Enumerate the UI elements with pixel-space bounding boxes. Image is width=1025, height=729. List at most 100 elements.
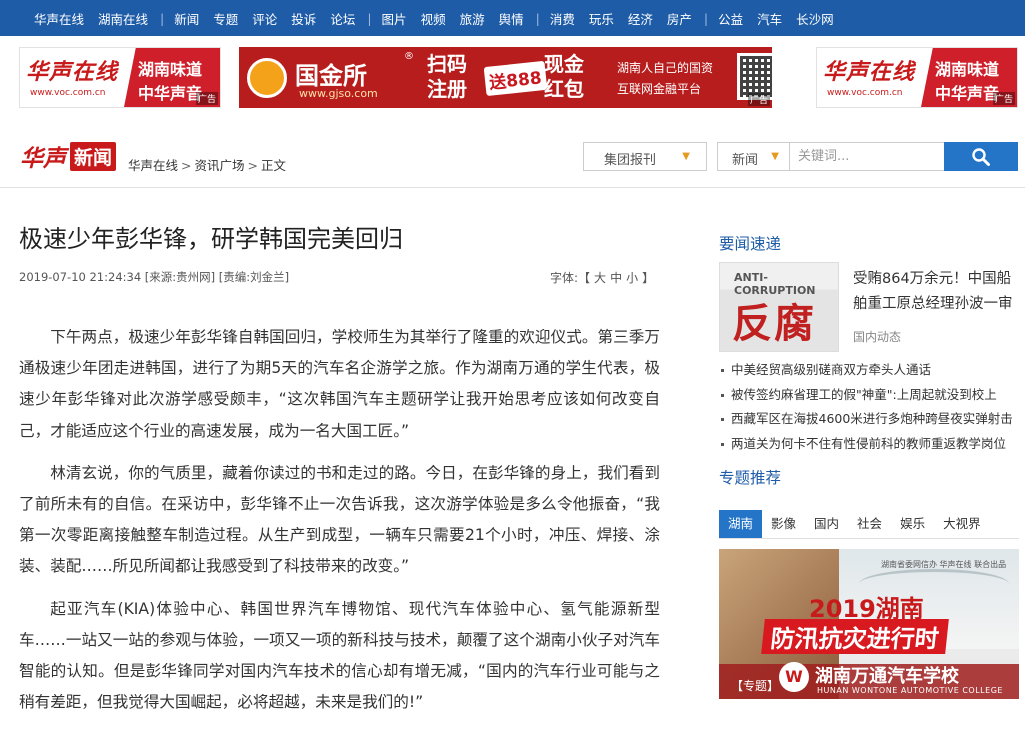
search-button[interactable] — [944, 142, 1018, 171]
topic-tabs: 湖南 影像 国内 社会 娱乐 大视界 — [719, 510, 1019, 539]
ad-voc-url: www.voc.com.cn — [30, 88, 106, 98]
chevron-down-icon: ▼ — [682, 151, 690, 162]
tab-society[interactable]: 社会 — [848, 510, 891, 538]
topic-promo-image[interactable]: 湖南省委网信办 华声在线 联合出品 2019湖南 防汛抗灾进行时 【专题】 W … — [719, 549, 1019, 699]
nav-link-video[interactable]: 视频 — [421, 9, 446, 28]
nav-link-leisure[interactable]: 玩乐 — [589, 9, 614, 28]
nav-separator: | — [367, 10, 372, 26]
article-paragraph: 林清玄说，你的气质里，藏着你读过的书和走过的路。今日，在彭华锋的身上，我们看到了… — [19, 463, 660, 576]
nav-link-forum[interactable]: 论坛 — [330, 9, 355, 28]
nav-link-complaint[interactable]: 投诉 — [291, 9, 316, 28]
feature-news-thumbnail[interactable]: ANTI-CORRUPTION 反腐 — [719, 262, 839, 352]
breadcrumb-home[interactable]: 华声在线 — [128, 158, 178, 173]
top-nav-links: 华声在线 湖南在线 | 新闻 专题 评论 投诉 论坛 | 图片 视频 旅游 舆情… — [34, 0, 848, 36]
nav-link-realestate[interactable]: 房产 — [667, 9, 692, 28]
news-list-item[interactable]: 中美经贸高级别磋商双方牵头人通话 — [719, 360, 1019, 385]
font-size-end: 】 — [642, 271, 655, 285]
tab-images[interactable]: 影像 — [762, 510, 805, 538]
nav-separator: | — [703, 10, 709, 26]
breadcrumb: 华声在线 > 资讯广场 > 正文 — [128, 155, 286, 174]
nav-link-auto[interactable]: 汽车 — [757, 9, 782, 28]
nav-separator: | — [535, 10, 540, 26]
article-paragraph: 起亚汽车(KIA)体验中心、韩国世界汽车博物馆、现代汽车体验中心、氢气能源新型车… — [19, 599, 660, 712]
nav-link-charity[interactable]: 公益 — [718, 9, 743, 28]
thumb-cn-label: 反腐 — [732, 300, 816, 347]
newspaper-group-label: 集团报刊 — [604, 153, 657, 168]
article-title: 极速少年彭华锋，研学韩国完美回归 — [19, 225, 403, 253]
ad-tag: 广告 — [747, 93, 770, 106]
site-logo[interactable]: 华声 新闻 — [20, 141, 117, 172]
search-scope-dropdown[interactable]: 新闻 ▼ — [717, 142, 789, 171]
gjs-slogan-cash: 现金红包 — [544, 52, 584, 101]
gjs-slogan-scan: 扫码注册 — [427, 52, 467, 101]
gjs-registered-mark: ® — [404, 51, 414, 62]
news-list: 中美经贸高级别磋商双方牵头人通话 被传签约麻省理工的假"神童":上周起就没到校上… — [719, 360, 1019, 458]
promo-school-en: HUNAN WONTONE AUTOMOTIVE COLLEGE — [817, 686, 1003, 695]
gjs-promo-badge: 送888 — [483, 60, 547, 97]
font-size-label: 字体:【 — [550, 271, 591, 285]
feature-news-card[interactable]: ANTI-CORRUPTION 反腐 受贿864万余元！中国船舶重工原总经理孙波… — [719, 262, 1019, 352]
promo-school-name: 湖南万通汽车学校 — [815, 666, 959, 687]
news-list-item[interactable]: 两道关为何卡不住有性侵前科的教师重返教学岗位 — [719, 434, 1019, 459]
nav-link-voc[interactable]: 华声在线 — [34, 9, 84, 28]
gjs-logo-icon — [247, 58, 287, 98]
school-logo-icon: W — [779, 662, 809, 692]
section-logo-badge: 新闻 — [70, 141, 117, 171]
nav-link-travel[interactable]: 旅游 — [460, 9, 485, 28]
breadcrumb-plaza[interactable]: 资讯广场 — [195, 158, 245, 173]
news-section-title[interactable]: 要闻速递 — [719, 232, 781, 254]
ad-voc-line2: 中华声音 — [935, 84, 1000, 103]
ad-voc-url: www.voc.com.cn — [827, 88, 903, 98]
news-list-item[interactable]: 被传签约麻省理工的假"神童":上周起就没到校上 — [719, 385, 1019, 410]
ad-banner-voc-right[interactable]: 华声在线 www.voc.com.cn 湖南味道 中华声音 广告 — [816, 47, 1018, 108]
gjs-desc-line2: 互联网金融平台 — [617, 82, 702, 96]
ad-tag: 广告 — [195, 92, 218, 105]
font-size-control: 字体:【大中小】 — [548, 269, 656, 286]
promo-title-line2: 防汛抗灾进行时 — [761, 619, 949, 654]
search-icon — [972, 148, 990, 166]
ad-tag: 广告 — [992, 92, 1015, 105]
breadcrumb-sep: > — [181, 158, 192, 173]
feature-news-headline[interactable]: 受贿864万余元！中国船舶重工原总经理孙波一审 — [853, 267, 1019, 317]
gjs-brand: 国金所 — [295, 62, 367, 90]
tab-domestic[interactable]: 国内 — [805, 510, 848, 538]
nav-link-changsha[interactable]: 长沙网 — [796, 9, 834, 28]
ad-banner-voc-left[interactable]: 华声在线 www.voc.com.cn 湖南味道 中华声音 广告 — [19, 47, 221, 108]
tab-big-view[interactable]: 大视界 — [934, 510, 990, 538]
ad-voc-line1: 湖南味道 — [935, 60, 1000, 79]
chevron-down-icon: ▼ — [771, 151, 779, 162]
nav-link-photos[interactable]: 图片 — [382, 9, 407, 28]
feature-news-category: 国内动态 — [853, 330, 902, 344]
breadcrumb-current: 正文 — [261, 158, 287, 173]
news-list-item[interactable]: 西藏军区在海拔4600米进行多炮种跨昼夜实弹射击 — [719, 409, 1019, 434]
font-size-small[interactable]: 小 — [626, 271, 638, 285]
newspaper-group-dropdown[interactable]: 集团报刊 ▼ — [583, 142, 707, 171]
font-size-large[interactable]: 大 — [594, 271, 606, 285]
nav-link-news[interactable]: 新闻 — [174, 9, 199, 28]
nav-link-topics[interactable]: 专题 — [213, 9, 238, 28]
nav-link-economy[interactable]: 经济 — [628, 9, 653, 28]
tab-hunan[interactable]: 湖南 — [719, 510, 763, 538]
nav-link-comment[interactable]: 评论 — [252, 9, 277, 28]
voc-logo: 华声在线 — [26, 59, 119, 85]
article-meta: 2019-07-10 21:24:34 [来源:贵州网] [责编:刘金兰] — [19, 270, 290, 284]
tab-entertainment[interactable]: 娱乐 — [891, 510, 934, 538]
font-size-medium[interactable]: 中 — [610, 271, 622, 285]
nav-link-hunan-online[interactable]: 湖南在线 — [98, 9, 148, 28]
nav-link-consumer[interactable]: 消费 — [550, 9, 575, 28]
ad-voc-line1: 湖南味道 — [138, 60, 203, 79]
search-scope-label: 新闻 — [732, 153, 759, 168]
ad-voc-line2: 中华声音 — [138, 84, 203, 103]
ad-banner-gjs[interactable]: 国金所 ® www.gjso.com 扫码注册 送888 现金红包 湖南人自己的… — [239, 47, 772, 108]
top-navigation-bar: 华声在线 湖南在线 | 新闻 专题 评论 投诉 论坛 | 图片 视频 旅游 舆情… — [0, 0, 1025, 36]
topics-section-title[interactable]: 专题推荐 — [719, 466, 781, 488]
gjs-desc-line1: 湖南人自己的国资 — [617, 61, 714, 75]
search-input[interactable] — [789, 142, 945, 171]
article-paragraph: 下午两点，极速少年彭华锋自韩国回归，学校师生为其举行了隆重的欢迎仪式。第三季万通… — [19, 328, 660, 440]
promo-topic-tag: 【专题】 — [731, 679, 780, 693]
breadcrumb-sep: > — [247, 158, 258, 173]
article-body: 下午两点，极速少年彭华锋自韩国回归，学校师生为其举行了隆重的欢迎仪式。第三季万通… — [19, 322, 660, 729]
promo-small-caption: 湖南省委网信办 华声在线 联合出品 — [881, 560, 1007, 569]
gjs-url: www.gjso.com — [299, 87, 378, 100]
nav-link-opinion[interactable]: 舆情 — [499, 9, 524, 28]
